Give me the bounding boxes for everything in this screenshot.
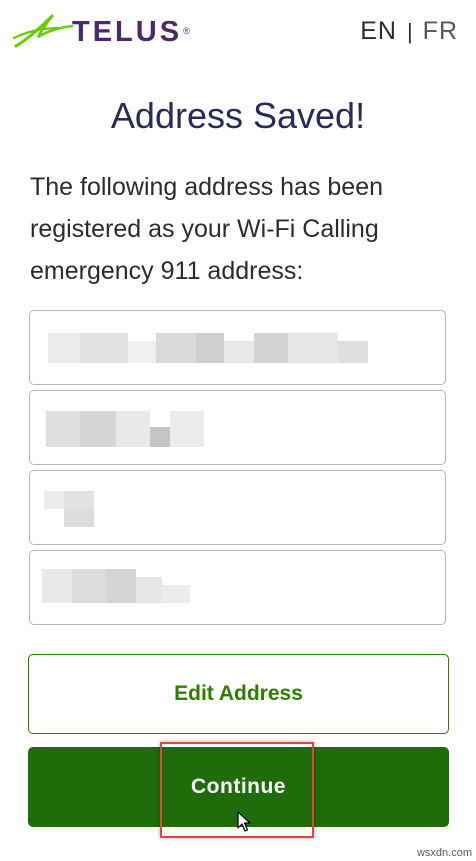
page-title: Address Saved! — [110, 95, 366, 136]
language-fr-link[interactable]: FR — [423, 17, 458, 46]
brand-name: TELUS — [72, 15, 183, 48]
edit-address-button[interactable]: Edit Address — [28, 654, 449, 734]
mouse-pointer-icon — [237, 811, 251, 832]
watermark: wsxdn.com — [416, 847, 472, 859]
language-switcher: EN | FR — [360, 17, 458, 46]
confirmation-message: The following address has been registere… — [30, 173, 384, 285]
postal-code-field — [29, 550, 446, 625]
wifi-calling-confirmation-page: TELUS ® EN | FR Address Saved! The follo… — [0, 0, 476, 861]
brand-registered-mark: ® — [183, 26, 190, 36]
redacted-city — [30, 391, 445, 464]
language-separator: | — [406, 18, 413, 44]
telus-logo[interactable]: TELUS ® — [12, 10, 190, 52]
header: TELUS ® EN | FR — [0, 0, 476, 64]
redacted-postal-code — [30, 551, 445, 624]
telus-leaf-icon — [12, 14, 74, 48]
province-field — [29, 470, 446, 545]
redacted-address-line — [30, 311, 445, 384]
redacted-province — [30, 471, 445, 544]
address-line-field — [29, 310, 446, 385]
language-en-link[interactable]: EN — [360, 17, 397, 46]
city-field — [29, 390, 446, 465]
